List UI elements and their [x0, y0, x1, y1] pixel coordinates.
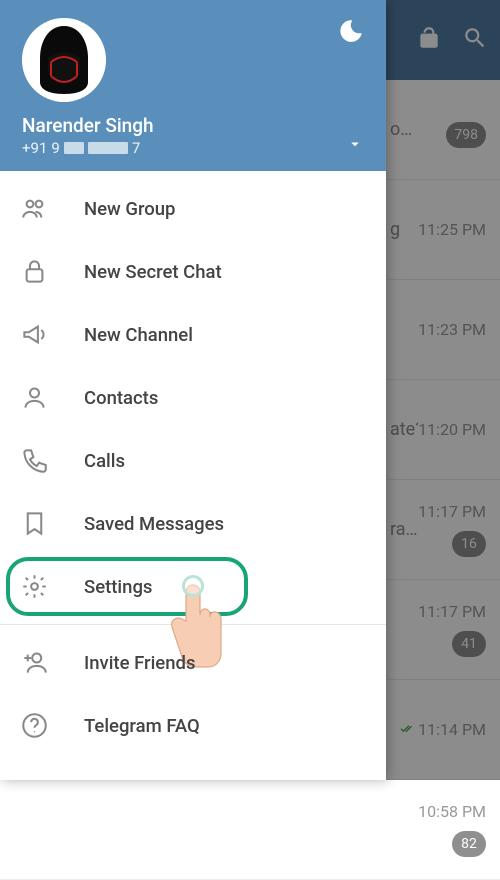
- user-phone: +91 9 7: [22, 139, 154, 157]
- menu-new-channel[interactable]: New Channel: [0, 303, 386, 366]
- menu-new-group[interactable]: New Group: [0, 177, 386, 240]
- menu-label: Saved Messages: [84, 513, 224, 535]
- help-icon: [20, 712, 48, 739]
- menu-settings[interactable]: Settings: [0, 555, 386, 618]
- chat-time: 10:58 PM: [418, 802, 486, 821]
- modal-scrim[interactable]: [386, 0, 500, 780]
- menu-label: Telegram FAQ: [84, 715, 200, 737]
- drawer-header: Narender Singh +91 9 7: [0, 0, 386, 171]
- menu-faq[interactable]: Telegram FAQ: [0, 694, 386, 757]
- moon-icon: [338, 29, 364, 48]
- menu-label: Calls: [84, 450, 125, 472]
- menu-label: New Group: [84, 198, 175, 220]
- menu-calls[interactable]: Calls: [0, 429, 386, 492]
- menu-invite-friends[interactable]: Invite Friends: [0, 631, 386, 694]
- person-icon: [20, 384, 48, 411]
- night-mode-toggle[interactable]: [338, 18, 364, 48]
- menu-label: New Secret Chat: [84, 261, 222, 283]
- add-person-icon: [20, 649, 48, 676]
- menu-label: New Channel: [84, 324, 193, 346]
- user-name: Narender Singh: [22, 114, 154, 137]
- group-icon: [20, 195, 48, 222]
- menu-contacts[interactable]: Contacts: [0, 366, 386, 429]
- menu-new-secret-chat[interactable]: New Secret Chat: [0, 240, 386, 303]
- drawer-menu: New Group New Secret Chat New Channel Co…: [0, 171, 386, 780]
- divider: [0, 624, 386, 625]
- chat-row[interactable]: 10:58 PM 82: [0, 780, 500, 880]
- unread-badge: 82: [452, 831, 486, 857]
- phone-icon: [20, 447, 48, 474]
- menu-label: Settings: [84, 576, 152, 598]
- navigation-drawer: Narender Singh +91 9 7 New Group: [0, 0, 386, 780]
- phone-redaction: [64, 142, 84, 154]
- menu-saved-messages[interactable]: Saved Messages: [0, 492, 386, 555]
- chevron-down-icon: [346, 138, 364, 157]
- menu-label: Contacts: [84, 387, 158, 409]
- megaphone-icon: [20, 321, 48, 348]
- menu-label: Invite Friends: [84, 652, 195, 674]
- account-switcher[interactable]: [346, 135, 364, 157]
- avatar[interactable]: [22, 18, 106, 102]
- gear-icon: [20, 573, 48, 600]
- phone-redaction: [88, 142, 128, 154]
- bookmark-icon: [20, 510, 48, 537]
- lock-icon: [20, 258, 48, 285]
